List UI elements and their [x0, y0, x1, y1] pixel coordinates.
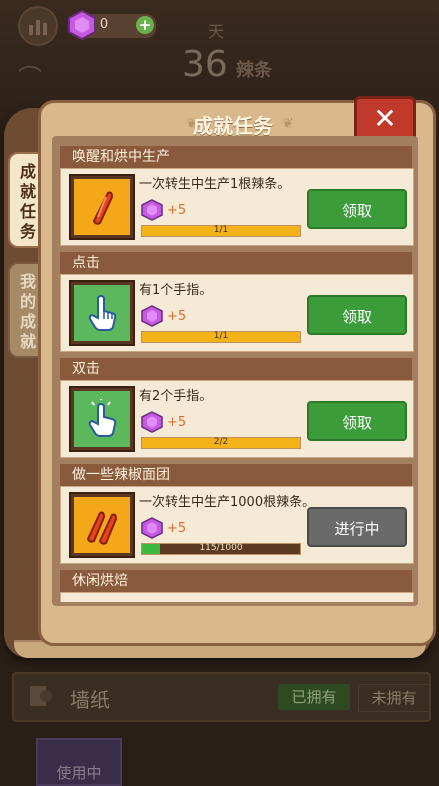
stick-unit: 辣条 [236, 60, 272, 81]
task-description: 有2个手指。 [139, 389, 213, 404]
stick-count: 36 [182, 44, 228, 85]
in-progress-button[interactable]: 进行中 [307, 507, 407, 547]
task-card: 唤醒和烘中生产 一次转生中生产1根辣条。 +5 1/1 领取 [60, 146, 414, 246]
wallpaper-section: 墙纸 已拥有 未拥有 [12, 672, 431, 722]
claim-button[interactable]: 领取 [307, 189, 407, 229]
task-body: 一次转生中生产1000根辣条。 +5 115/1000 进行中 [60, 486, 414, 564]
task-body: 有2个手指。 +5 2/2 领取 [60, 380, 414, 458]
gem-icon [141, 517, 163, 539]
gem-icon [141, 305, 163, 327]
gem-counter: 0 + [68, 10, 158, 40]
task-description: 一次转生中生产1000根辣条。 [139, 495, 316, 510]
progress-text: 1/1 [213, 331, 229, 341]
claim-button[interactable]: 领取 [307, 295, 407, 335]
task-title: 双击 [60, 358, 412, 380]
gem-icon [141, 199, 163, 221]
task-card: 做一些辣椒面团 一次转生中生产1000根辣条。 +5 115/1000 进行中 [60, 464, 414, 564]
progress-bar: 1/1 [141, 225, 301, 237]
task-card: 点击 有1个手指。 +5 1/1 领取 [60, 252, 414, 352]
pointing-hand-icon [88, 294, 117, 331]
task-card: 双击 有2个手指。 +5 2/2 领取 [60, 358, 414, 458]
reward-amount: +5 [167, 203, 187, 218]
double-tap-hand-icon [88, 399, 117, 437]
tab-label: 成就任务 [19, 162, 36, 241]
not-owned-tab[interactable]: 未拥有 [358, 684, 430, 712]
double-chili-stick-icon [86, 511, 118, 545]
task-title: 休闲烘焙 [60, 570, 412, 592]
task-body [60, 592, 414, 602]
task-description: 一次转生中生产1根辣条。 [139, 177, 291, 192]
progress-bar: 1/1 [141, 331, 301, 343]
progress-text: 115/1000 [199, 543, 243, 553]
claim-button[interactable]: 领取 [307, 401, 407, 441]
task-title: 做一些辣椒面团 [60, 464, 412, 486]
hook-icon: ⌒ [18, 64, 42, 92]
reward-amount: +5 [167, 415, 187, 430]
progress-bar: 115/1000 [141, 543, 301, 555]
task-icon-frame [69, 280, 135, 346]
gem-count: 0 [99, 17, 109, 32]
task-body: 有1个手指。 +5 1/1 领取 [60, 274, 414, 352]
wallpaper-icon [30, 686, 52, 706]
progress-bar: 2/2 [141, 437, 301, 449]
bar-chart-icon [29, 20, 47, 35]
task-icon-frame [69, 492, 135, 558]
chili-stick-icon [92, 191, 114, 225]
modal-title: 成就任务 [193, 114, 273, 138]
progress-text: 2/2 [213, 437, 229, 447]
stats-button[interactable] [18, 6, 58, 46]
day-label: 天 [208, 22, 225, 41]
in-use-wallpaper[interactable]: 使用中 [36, 738, 122, 786]
task-description: 有1个手指。 [139, 283, 213, 298]
reward-amount: +5 [167, 521, 187, 536]
task-title: 唤醒和烘中生产 [60, 146, 412, 168]
task-title: 点击 [60, 252, 412, 274]
gem-icon [141, 411, 163, 433]
wallpaper-label: 墙纸 [70, 688, 110, 712]
task-card: 休闲烘焙 [60, 570, 414, 602]
progress-text: 1/1 [213, 225, 229, 235]
task-icon-frame [69, 386, 135, 452]
tab-label: 我的成就 [19, 272, 36, 351]
add-gems-button[interactable]: + [136, 16, 154, 34]
task-body: 一次转生中生产1根辣条。 +5 1/1 领取 [60, 168, 414, 246]
task-icon-frame [69, 174, 135, 240]
reward-amount: +5 [167, 309, 187, 324]
owned-tab[interactable]: 已拥有 [278, 684, 350, 710]
